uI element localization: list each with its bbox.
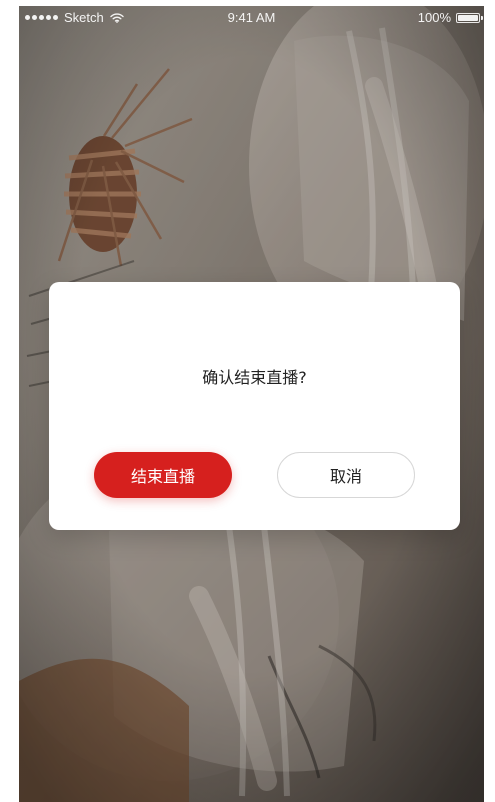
dialog-title: 确认结束直播? bbox=[202, 368, 307, 387]
end-live-button[interactable]: 结束直播 bbox=[94, 452, 232, 498]
battery-tip bbox=[481, 15, 483, 20]
status-time: 9:41 AM bbox=[227, 10, 276, 25]
end-live-dialog: 确认结束直播? 结束直播 取消 bbox=[49, 282, 460, 530]
battery-percentage: 100% bbox=[417, 10, 451, 25]
cancel-button[interactable]: 取消 bbox=[277, 452, 415, 498]
battery-icon bbox=[456, 12, 483, 23]
screen: Sketch 9:41 AM 100% 确认结束直播? 结束直播 取消 bbox=[19, 6, 484, 802]
battery-fill bbox=[458, 14, 478, 21]
status-bar: Sketch 9:41 AM 100% bbox=[19, 6, 484, 30]
status-right: 100% bbox=[417, 10, 483, 25]
